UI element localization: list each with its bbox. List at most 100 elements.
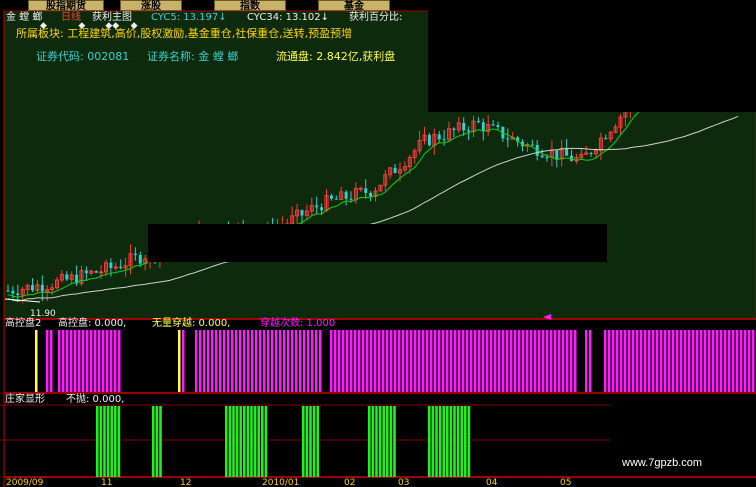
tab-rising-stocks[interactable]: 涨股 [120, 0, 182, 12]
magenta-bar [534, 330, 537, 392]
green-bar [243, 406, 246, 477]
code-label: 证券代码: 002081 [36, 50, 130, 63]
candle-body [329, 195, 333, 199]
panel3-a-label: 不抛: 0.000, [66, 394, 125, 405]
candle-body [358, 187, 363, 190]
magenta-bar [700, 330, 703, 392]
tab-index[interactable]: 指数 [214, 0, 286, 12]
magenta-bar [434, 330, 437, 392]
magenta-bar [106, 330, 109, 392]
magenta-bar [696, 330, 699, 392]
magenta-bar [752, 330, 755, 392]
magenta-bar [458, 330, 461, 392]
candle-body [94, 271, 98, 273]
magenta-bar [720, 330, 723, 392]
redacted-block-top [428, 0, 756, 112]
candle-body [604, 138, 608, 140]
green-bar [232, 406, 235, 477]
profit-pct-label: 获利百分比: [349, 12, 403, 23]
green-bar [382, 406, 385, 477]
tab-index-futures[interactable]: 股指期货 [28, 0, 104, 12]
magenta-bar [315, 330, 318, 392]
magenta-bar [708, 330, 711, 392]
magenta-bar [716, 330, 719, 392]
candle-body [320, 207, 324, 211]
date-label-1: 11 [101, 478, 113, 487]
date-label-4: 02 [344, 478, 356, 487]
candle-body [540, 155, 544, 158]
green-bar [103, 406, 106, 477]
magenta-bar [235, 330, 238, 392]
candle-body [481, 122, 485, 132]
magenta-bar [442, 330, 445, 392]
magenta-bar [279, 330, 282, 392]
magenta-bar [58, 330, 61, 392]
panel2-c-label: 穿越次数: 1.000 [260, 318, 336, 329]
magenta-bar [574, 330, 577, 392]
magenta-bar [522, 330, 525, 392]
candle-body [496, 125, 500, 127]
panel2-b-label: 无量穿越: 0.000, [152, 318, 231, 329]
magenta-bar [330, 330, 333, 392]
candle-body [334, 198, 338, 200]
magenta-bar [263, 330, 266, 392]
magenta-bar [744, 330, 747, 392]
magenta-bar [712, 330, 715, 392]
magenta-bar [386, 330, 389, 392]
candle-body [344, 191, 348, 199]
candle-body [393, 167, 397, 173]
date-label-0: 2009/09 [6, 478, 44, 487]
magenta-bar [542, 330, 545, 392]
magenta-bar [251, 330, 254, 392]
magenta-bar [334, 330, 337, 392]
cyc5-value: CYC5: 13.197↓ [151, 12, 227, 23]
green-bar [435, 406, 438, 477]
green-bar [453, 406, 456, 477]
date-label-3: 2010/01 [262, 478, 300, 487]
magenta-bar [243, 330, 246, 392]
magenta-bar [486, 330, 489, 392]
green-bar [431, 406, 435, 477]
candle-body [6, 290, 10, 292]
magenta-bar [740, 330, 743, 392]
green-bar [264, 406, 268, 477]
green-bar [393, 406, 396, 477]
redacted-block-middle [148, 224, 607, 262]
magenta-bar [684, 330, 687, 392]
magenta-bar [676, 330, 679, 392]
magenta-bar [382, 330, 385, 392]
magenta-bar [728, 330, 731, 392]
magenta-bar [418, 330, 421, 392]
candle-body [530, 144, 534, 146]
candle-body [467, 130, 471, 132]
candle-body [427, 134, 431, 146]
magenta-bar [546, 330, 549, 392]
magenta-bar [490, 330, 493, 392]
green-bar [438, 406, 442, 477]
magenta-bar [86, 330, 89, 392]
magenta-bar [466, 330, 469, 392]
green-bar [239, 406, 242, 477]
magenta-bar [640, 330, 643, 392]
magenta-bar [589, 330, 592, 392]
magenta-bar [346, 330, 349, 392]
magenta-bar [90, 330, 93, 392]
magenta-bar [390, 330, 393, 392]
magenta-bar [656, 330, 659, 392]
magenta-bar [462, 330, 465, 392]
stock-name: 金 螳 螂 [6, 12, 43, 23]
magenta-bar [446, 330, 449, 392]
green-bar [442, 406, 445, 477]
magenta-bar [102, 330, 105, 392]
magenta-bar [223, 330, 226, 392]
green-bar [375, 406, 378, 477]
magenta-bar [628, 330, 631, 392]
candle-body [99, 271, 104, 274]
magenta-bar [648, 330, 651, 392]
magenta-bar [118, 330, 121, 392]
magenta-bar [374, 330, 377, 392]
tab-funds[interactable]: 基金 [318, 0, 390, 12]
green-bar [114, 406, 117, 477]
date-label-7: 05 [560, 478, 572, 487]
magenta-bar [207, 330, 210, 392]
